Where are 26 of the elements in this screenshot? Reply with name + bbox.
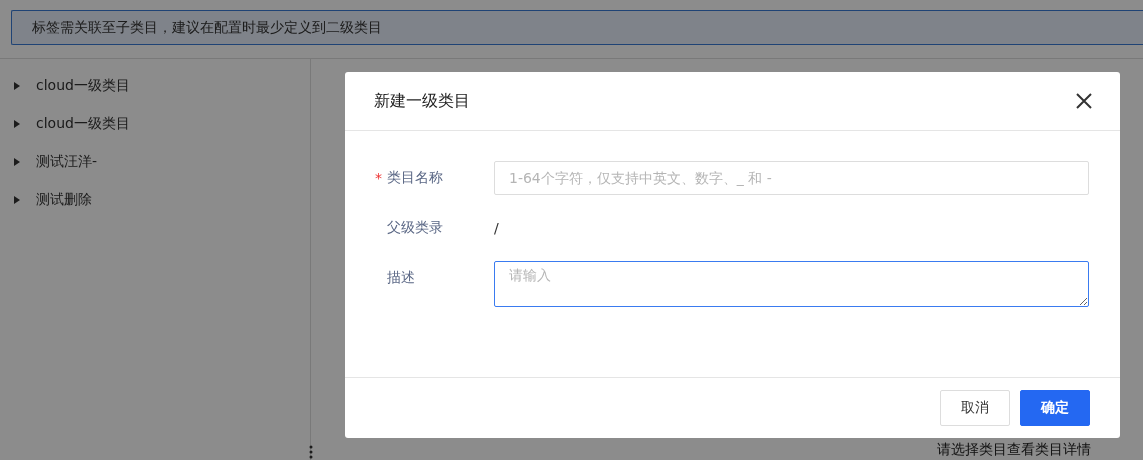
textarea-field[interactable]: 请输入 xyxy=(494,261,1089,307)
tree-item[interactable]: cloud一级类目 xyxy=(0,105,310,143)
tree-item-label: cloud一级类目 xyxy=(36,115,130,133)
empty-hint: 请选择类目查看类目详情 xyxy=(937,441,1091,458)
field-label: 描述 xyxy=(387,269,415,287)
caret-icon[interactable] xyxy=(14,158,20,166)
tree-item-label: 测试汪洋- xyxy=(36,153,98,171)
input-field[interactable]: 1-64个字符，仅支持中英文、数字、_ 和 - xyxy=(494,161,1089,195)
tree-item-label: 测试删除 xyxy=(36,191,92,209)
tree-item[interactable]: 测试删除 xyxy=(0,181,310,219)
close-icon[interactable] xyxy=(1076,93,1092,109)
field-label: 类目名称 xyxy=(387,169,443,187)
dialog-title: 新建一级类目 xyxy=(374,90,470,112)
tree-item[interactable]: 测试汪洋- xyxy=(0,143,310,181)
cancel-button[interactable]: 取消 xyxy=(940,390,1010,426)
field-label: 父级类录 xyxy=(387,219,443,237)
confirm-button[interactable]: 确定 xyxy=(1020,390,1090,426)
caret-icon[interactable] xyxy=(14,120,20,128)
drag-handle-icon[interactable] xyxy=(309,445,313,459)
tree-item-label: cloud一级类目 xyxy=(36,77,130,95)
tree-item[interactable]: cloud一级类目 xyxy=(0,67,310,105)
caret-icon[interactable] xyxy=(14,82,20,90)
required-mark: * xyxy=(375,170,383,186)
caret-icon[interactable] xyxy=(14,196,20,204)
field-value: / xyxy=(494,219,499,238)
info-alert: 标签需关联至子类目，建议在配置时最少定义到二级类目 xyxy=(11,10,1143,45)
